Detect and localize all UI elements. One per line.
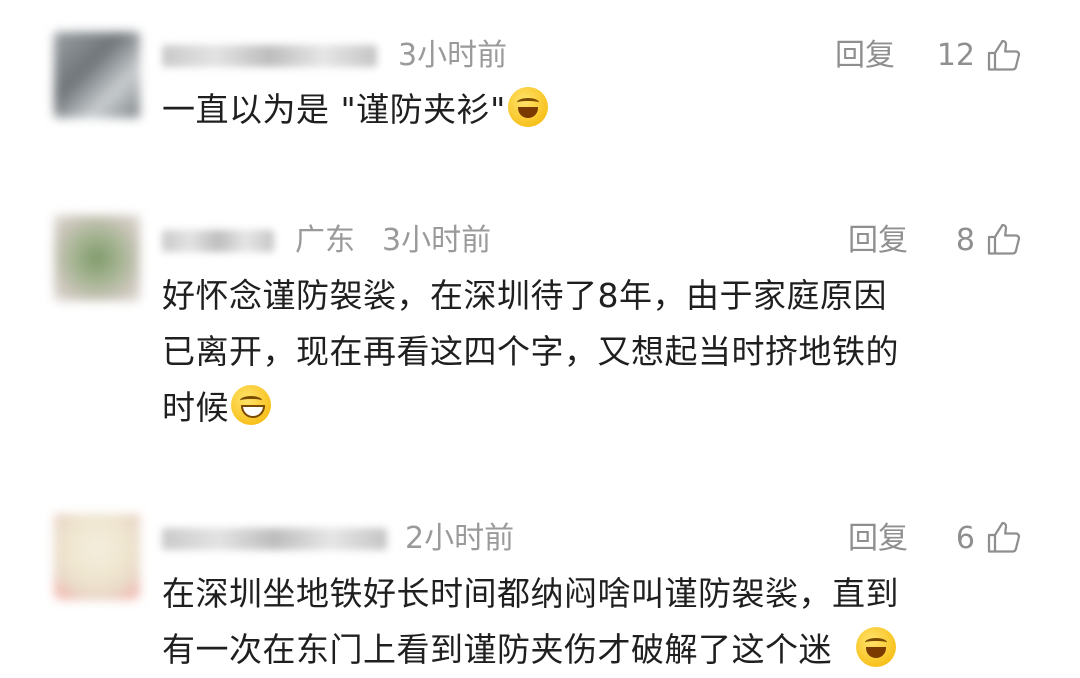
reply-button[interactable]: 回复 [835,36,895,76]
comment-time: 3小时前 [382,223,492,258]
username-blurred[interactable] [162,528,387,550]
grinning-emoji-icon [231,385,271,425]
comment-time: 3小时前 [398,38,508,73]
laughing-crying-emoji-icon [855,627,896,667]
reply-button[interactable]: 回复 [848,221,908,261]
avatar[interactable] [54,32,140,118]
comment-text-line: 好怀念谨防袈裟，在深圳待了8年，由于家庭原因 [162,276,887,315]
thumbs-up-icon[interactable] [986,520,1022,556]
avatar[interactable] [54,514,140,600]
comment-text-line: 一直以为是 "谨防夹衫" [162,90,506,129]
username-blurred[interactable] [162,230,274,252]
username-blurred[interactable] [162,45,377,67]
thumbs-up-icon[interactable] [986,222,1022,258]
comment-time: 2小时前 [405,521,515,556]
laughing-crying-emoji-icon [507,87,548,127]
comment-text-line: 有一次在东门上看到谨防夹伤才破解了这个迷 [162,622,1022,678]
comment-text: 好怀念谨防袈裟，在深圳待了8年，由于家庭原因 已离开，现在再看这四个字，又想起当… [162,268,1022,436]
like-count: 12 [936,38,975,73]
thumbs-up-icon[interactable] [986,38,1022,74]
comment-location: 广东 [295,223,355,258]
comment-text-line: 时候 [162,380,1022,436]
reply-button[interactable]: 回复 [848,519,908,559]
avatar[interactable] [54,215,140,301]
like-count: 6 [955,521,975,556]
comment-text: 在深圳坐地铁好长时间都纳闷啥叫谨防袈裟，直到 有一次在东门上看到谨防夹伤才破解了… [162,566,1022,678]
comment-text-line: 在深圳坐地铁好长时间都纳闷啥叫谨防袈裟，直到 [162,574,899,613]
comment-text-line: 已离开，现在再看这四个字，又想起当时挤地铁的 [162,332,899,371]
like-count: 8 [955,223,975,258]
comment-text: 一直以为是 "谨防夹衫" [162,82,1022,138]
